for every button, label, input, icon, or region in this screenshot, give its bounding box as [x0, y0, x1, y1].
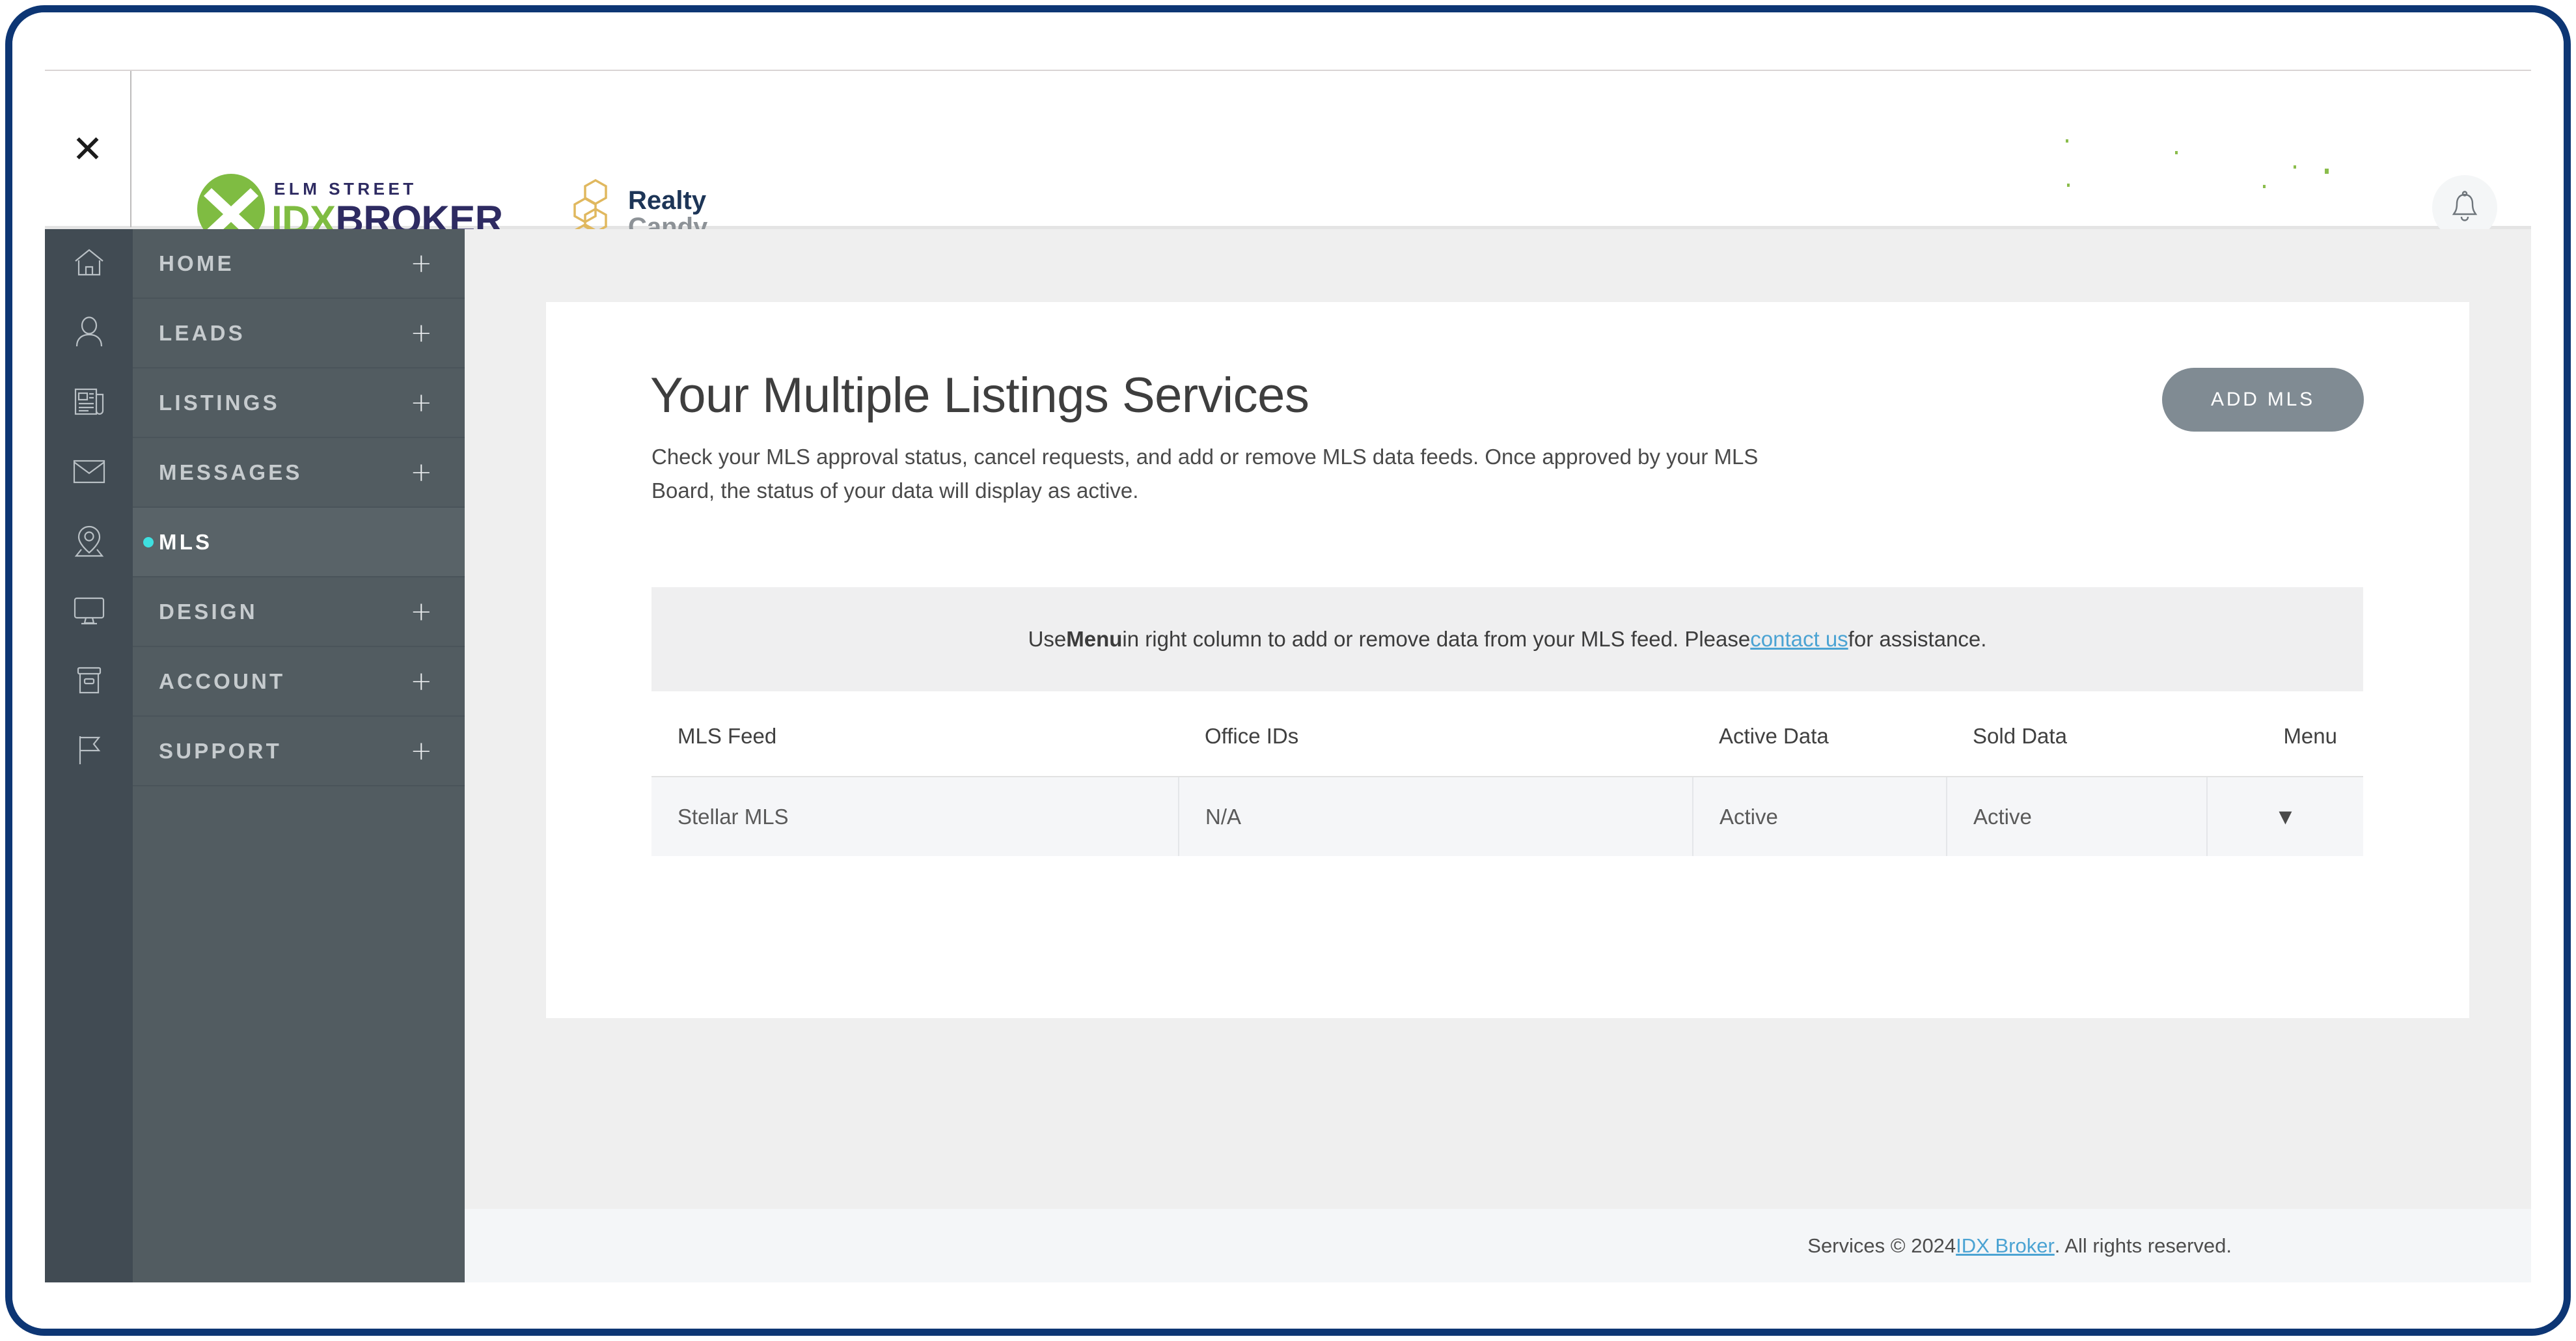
sidebar-item-mls[interactable]: MLS [133, 508, 465, 577]
contact-us-link[interactable]: contact us [1750, 627, 1848, 652]
home-icon [72, 247, 106, 281]
sidebar-item-label: ACCOUNT [159, 669, 286, 693]
column-header-office-ids: Office IDs [1179, 724, 1693, 777]
close-icon: ✕ [72, 127, 103, 171]
page-description: Check your MLS approval status, cancel r… [651, 445, 1759, 503]
column-header-active-data: Active Data [1693, 724, 1947, 777]
sidebar-item-support[interactable]: SUPPORT + [133, 717, 465, 786]
artifact-speck [2294, 165, 2296, 169]
expand-plus-icon[interactable]: + [410, 251, 432, 277]
archive-box-icon [75, 665, 103, 699]
add-mls-button[interactable]: ADD MLS [2162, 368, 2364, 432]
active-indicator-dot [143, 536, 154, 547]
sidebar-item-listings[interactable]: LISTINGS + [133, 368, 465, 438]
rail-item-leads[interactable] [45, 299, 133, 368]
rail-item-design[interactable] [45, 577, 133, 647]
cell-sold-data: Active [1947, 777, 2208, 856]
table-header-row: MLS Feed Office IDs Active Data Sold Dat… [651, 724, 2363, 777]
realty-candy-line1: Realty [628, 186, 707, 215]
user-icon [74, 315, 105, 352]
rail-item-support[interactable] [45, 717, 133, 786]
sidebar-item-label: DESIGN [159, 599, 258, 624]
expand-plus-icon[interactable]: + [410, 390, 432, 416]
page-root: ✕ ELM STREET IDXBROKER Realty Candy HOME… [12, 12, 2564, 1329]
cell-mls-feed: Stellar MLS [651, 777, 1179, 856]
notice-bold: Menu [1066, 627, 1123, 651]
expand-plus-icon[interactable]: + [410, 599, 432, 625]
envelope-icon [72, 458, 107, 488]
page-title: Your Multiple Listings Services [650, 368, 1309, 423]
cell-menu[interactable]: ▼ [2207, 777, 2363, 856]
sidebar-item-label: HOME [159, 251, 234, 275]
flag-icon [74, 734, 104, 769]
close-button[interactable]: ✕ [45, 71, 131, 227]
map-pin-icon [73, 524, 105, 561]
table-row: Stellar MLS N/A Active Active ▼ [651, 777, 2363, 856]
sidebar-item-label: MLS [159, 529, 213, 554]
sidebar-item-label: LEADS [159, 320, 245, 345]
expand-plus-icon[interactable]: + [410, 669, 432, 695]
sidebar-item-label: SUPPORT [159, 738, 282, 763]
notice-part3: for assistance. [1848, 627, 1987, 651]
info-banner: Use Menu in right column to add or remov… [651, 587, 2363, 691]
sidebar-item-messages[interactable]: MESSAGES + [133, 438, 465, 508]
caret-down-icon[interactable]: ▼ [2275, 805, 2297, 829]
monitor-icon [72, 596, 106, 629]
cell-office-ids: N/A [1179, 777, 1693, 856]
main-content: Your Multiple Listings Services Check yo… [465, 229, 2531, 1209]
footer-suffix: . All rights reserved. [2054, 1234, 2232, 1257]
icon-rail [45, 229, 133, 1282]
logo-eyebrow: ELM STREET [274, 178, 417, 199]
browser-frame: ✕ ELM STREET IDXBROKER Realty Candy HOME… [5, 5, 2571, 1336]
sidebar-item-design[interactable]: DESIGN + [133, 577, 465, 647]
bell-icon [2451, 190, 2478, 225]
rail-item-listings[interactable] [45, 368, 133, 438]
artifact-speck [2067, 184, 2070, 187]
artifact-speck [2066, 139, 2068, 143]
content-card: Your Multiple Listings Services Check yo… [546, 302, 2469, 1018]
mls-table: MLS Feed Office IDs Active Data Sold Dat… [651, 724, 2363, 856]
sidebar-item-label: MESSAGES [159, 460, 303, 484]
notice-part2: in right column to add or remove data fr… [1122, 627, 1751, 651]
sidebar-nav: HOME + LEADS + LISTINGS + MESSAGES + MLS… [133, 229, 465, 1282]
column-header-mls-feed: MLS Feed [651, 724, 1179, 777]
page-footer: Services © 2024 IDX Broker. All rights r… [465, 1209, 2531, 1282]
rail-item-home[interactable] [45, 229, 133, 299]
rail-item-mls[interactable] [45, 508, 133, 577]
notice-part1: Use [1028, 627, 1067, 651]
sidebar-item-account[interactable]: ACCOUNT + [133, 647, 465, 717]
footer-prefix: Services © 2024 [1807, 1234, 1956, 1257]
artifact-speck [2325, 169, 2329, 174]
column-header-sold-data: Sold Data [1947, 724, 2207, 777]
artifact-speck [2263, 185, 2266, 188]
top-header: ✕ ELM STREET IDXBROKER Realty Candy [45, 70, 2531, 250]
expand-plus-icon[interactable]: + [410, 738, 432, 764]
idx-broker-link[interactable]: IDX Broker [1956, 1234, 2055, 1258]
artifact-speck [2175, 151, 2178, 154]
rail-item-messages[interactable] [45, 438, 133, 508]
sidebar-item-leads[interactable]: LEADS + [133, 299, 465, 368]
rail-item-account[interactable] [45, 647, 133, 717]
expand-plus-icon[interactable]: + [410, 460, 432, 486]
sidebar-item-label: LISTINGS [159, 390, 280, 415]
newspaper-icon [73, 386, 105, 421]
column-header-menu: Menu [2207, 724, 2363, 777]
expand-plus-icon[interactable]: + [410, 320, 432, 346]
cell-active-data: Active [1693, 777, 1947, 856]
sidebar-item-home[interactable]: HOME + [133, 229, 465, 299]
